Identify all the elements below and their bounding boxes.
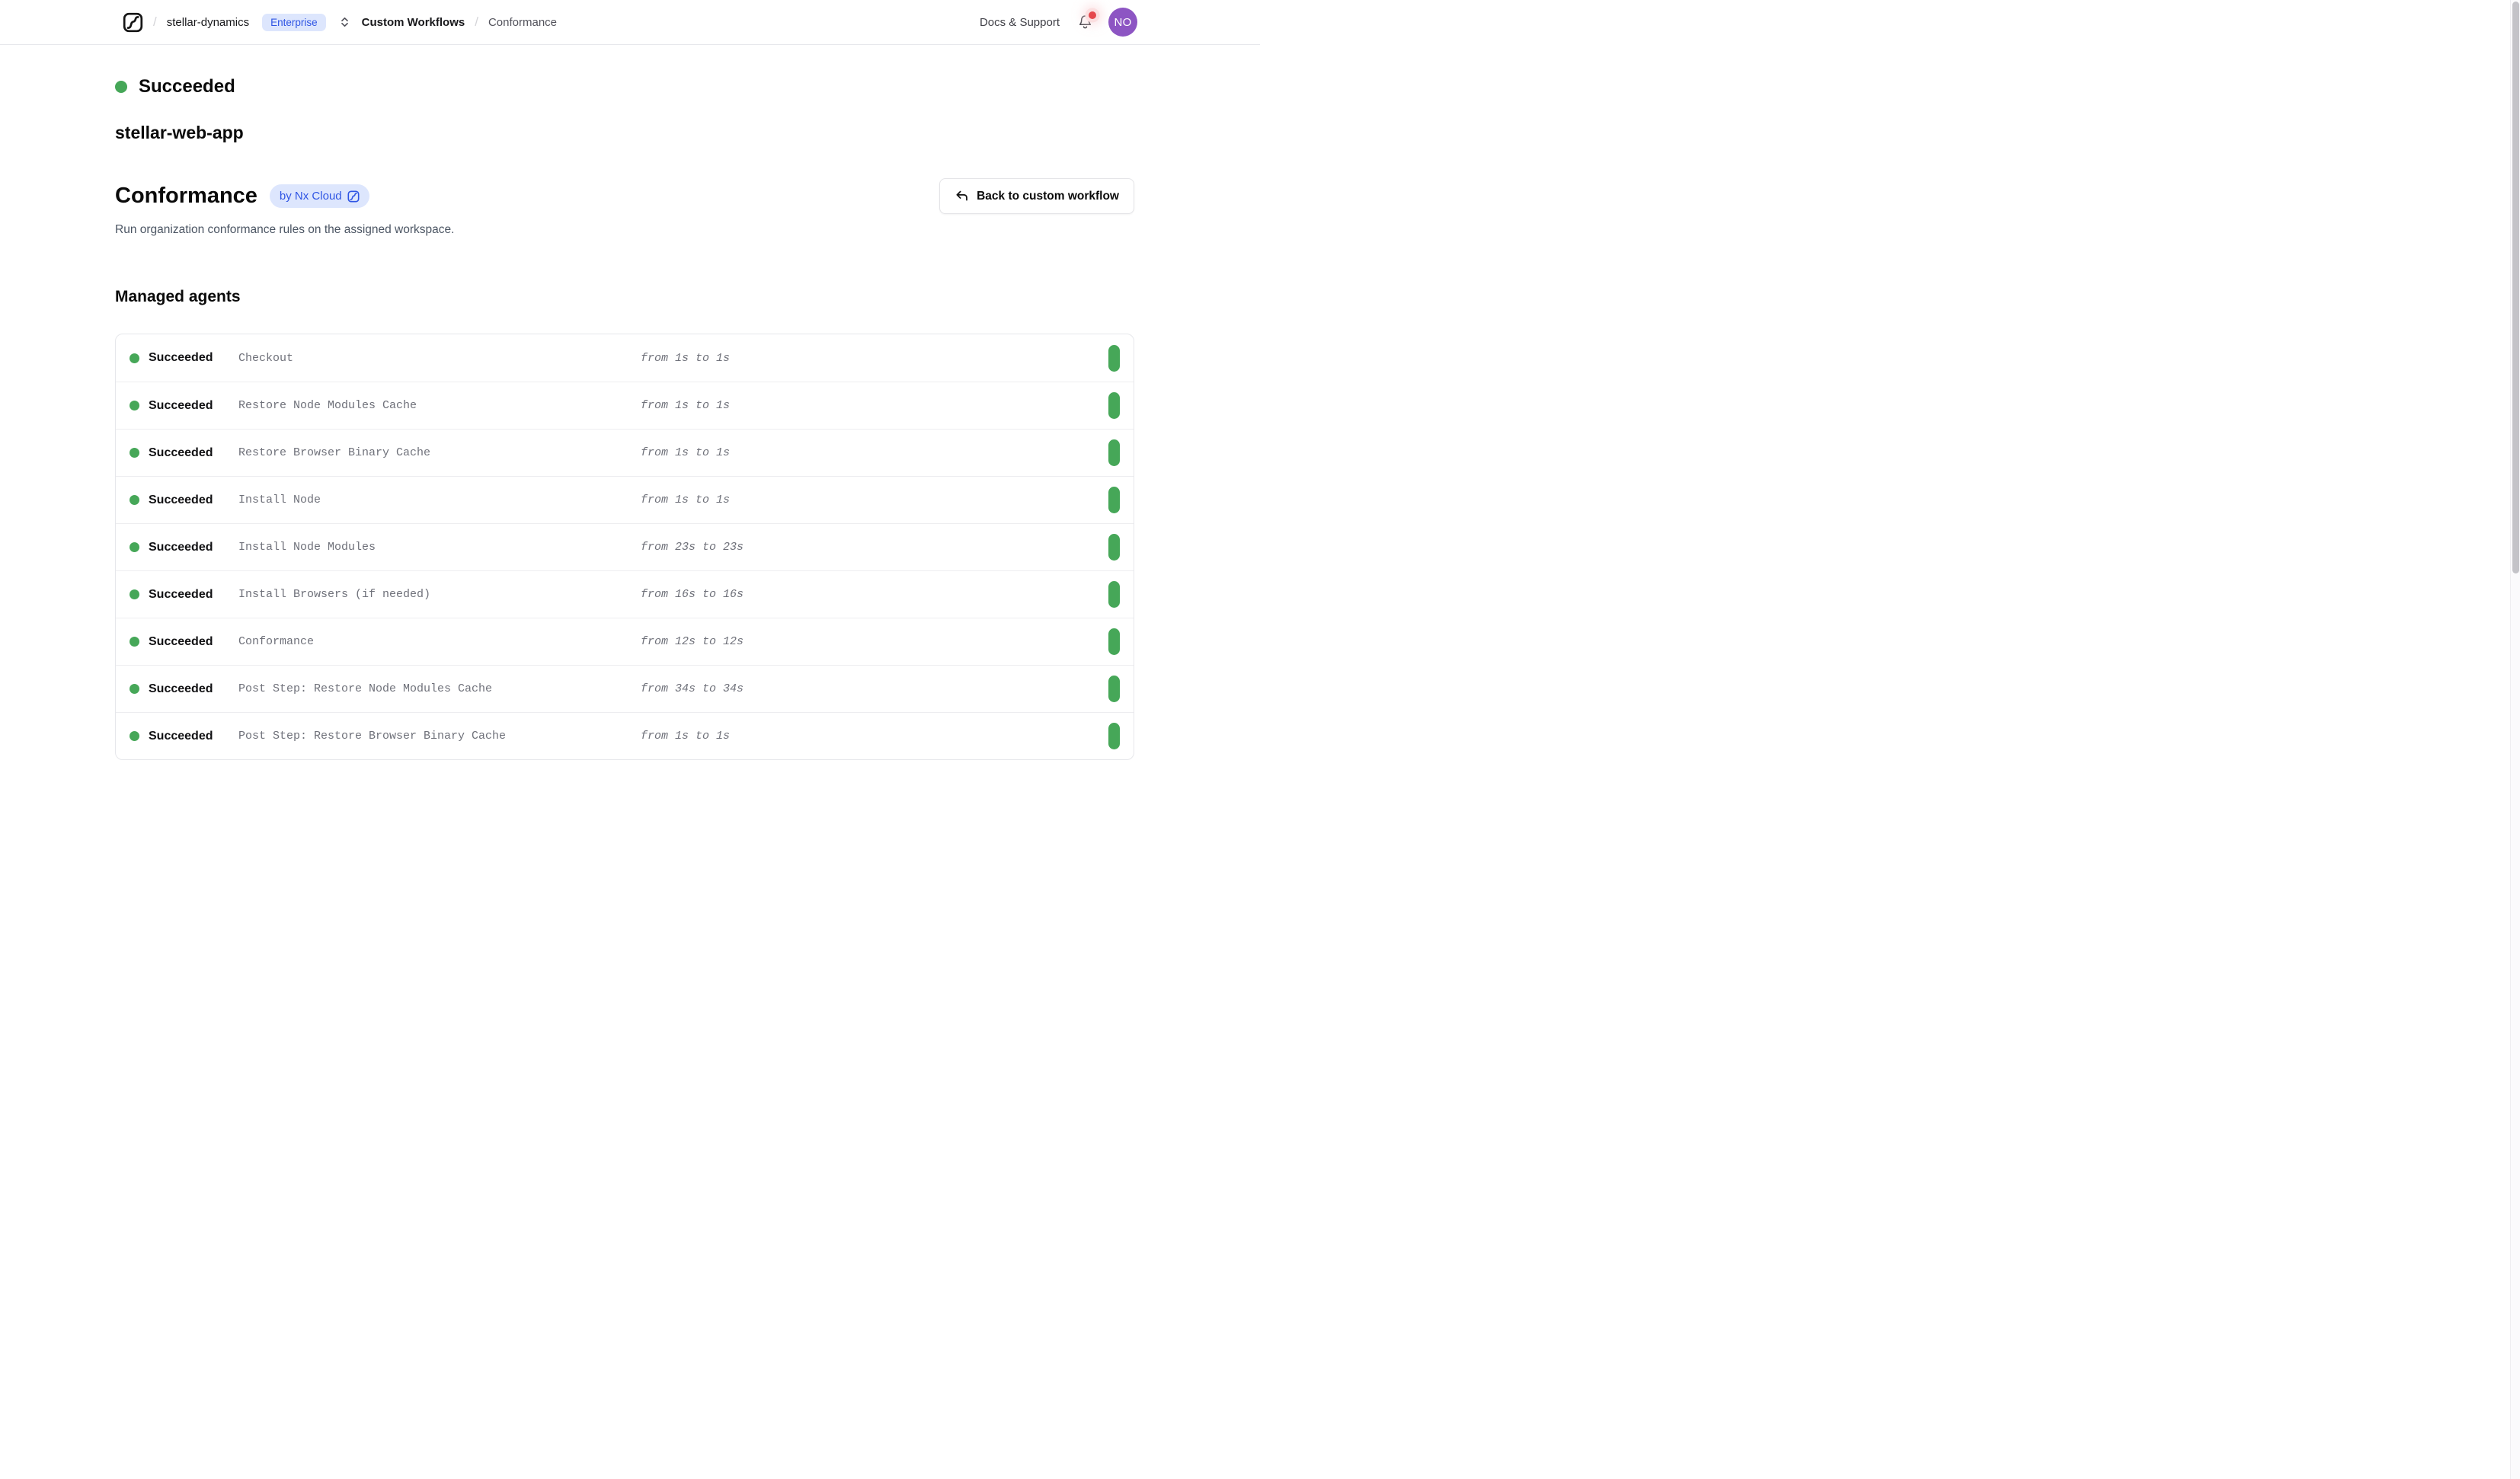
breadcrumb: / stellar-dynamics Enterprise Custom Wor… [123,12,557,33]
row-status: Succeeded [139,541,238,554]
row-time-range: from 16s to 16s [641,588,1108,601]
row-task-name: Checkout [238,352,641,365]
row-task-name: Post Step: Restore Browser Binary Cache [238,730,641,743]
page-content: Succeeded stellar-web-app Conformance by… [0,76,1260,760]
row-task-name: Conformance [238,635,641,648]
row-time-range: from 1s to 1s [641,352,1108,365]
agent-row[interactable]: Succeeded Restore Node Modules Cache fro… [116,382,1134,429]
row-status: Succeeded [139,682,238,696]
notifications-button[interactable] [1078,14,1092,30]
row-time-range: from 1s to 1s [641,494,1108,506]
nx-cloud-icon [347,190,360,203]
return-arrow-icon [955,189,969,203]
success-duration-bar [1108,439,1120,466]
success-duration-bar [1108,487,1120,513]
run-status-label: Succeeded [139,76,235,97]
unread-notification-dot [1089,11,1096,19]
breadcrumb-section[interactable]: Custom Workflows [362,16,465,29]
row-status: Succeeded [139,730,238,743]
row-time-range: from 1s to 1s [641,399,1108,412]
row-time-range: from 1s to 1s [641,446,1108,459]
nx-cloud-provider-badge[interactable]: by Nx Cloud [270,184,369,208]
run-status: Succeeded [115,76,1134,97]
scrollbar-thumb[interactable] [2512,2,2519,573]
success-status-dot [130,448,139,458]
row-time-range: from 1s to 1s [641,730,1108,743]
row-status: Succeeded [139,399,238,413]
workflow-title-group: Conformance by Nx Cloud [115,184,369,209]
provider-badge-label: by Nx Cloud [280,190,342,203]
chevron-up-down-icon[interactable] [337,14,352,30]
row-task-name: Restore Browser Binary Cache [238,446,641,459]
success-status-dot [130,684,139,694]
agent-row[interactable]: Succeeded Install Node Modules from 23s … [116,523,1134,570]
managed-agents-title: Managed agents [115,288,1134,306]
row-task-name: Post Step: Restore Node Modules Cache [238,682,641,695]
agent-row[interactable]: Succeeded Restore Browser Binary Cache f… [116,429,1134,476]
agent-row[interactable]: Succeeded Post Step: Restore Browser Bin… [116,712,1134,759]
success-duration-bar [1108,345,1120,372]
agent-row[interactable]: Succeeded Checkout from 1s to 1s [116,334,1134,382]
header-actions: Docs & Support NO [980,8,1137,37]
plan-badge: Enterprise [262,14,326,31]
user-avatar[interactable]: NO [1108,8,1137,37]
managed-agents-card: Succeeded Checkout from 1s to 1s Succeed… [115,334,1134,760]
agent-row[interactable]: Succeeded Install Browsers (if needed) f… [116,570,1134,618]
breadcrumb-org[interactable]: stellar-dynamics [167,16,249,29]
row-status: Succeeded [139,635,238,649]
row-task-name: Install Node Modules [238,541,641,554]
row-status: Succeeded [139,494,238,507]
success-status-dot [130,589,139,599]
success-duration-bar [1108,723,1120,749]
workflow-title: Conformance [115,184,257,209]
workflow-header: Conformance by Nx Cloud Back to custom w… [115,178,1134,214]
breadcrumb-current-page: Conformance [488,16,557,29]
vertical-scrollbar [2510,0,2520,1479]
row-task-name: Install Browsers (if needed) [238,588,641,601]
row-status: Succeeded [139,446,238,460]
breadcrumb-separator: / [475,14,478,30]
row-time-range: from 34s to 34s [641,682,1108,695]
success-status-dot [130,495,139,505]
success-duration-bar [1108,581,1120,608]
success-status-dot [130,401,139,410]
success-duration-bar [1108,628,1120,655]
row-status: Succeeded [139,588,238,602]
success-duration-bar [1108,534,1120,561]
success-duration-bar [1108,392,1120,419]
back-button-label: Back to custom workflow [977,190,1119,203]
workspace-title: stellar-web-app [115,123,1134,143]
success-status-dot [130,731,139,741]
success-status-dot [130,637,139,647]
breadcrumb-separator: / [153,14,157,30]
row-time-range: from 12s to 12s [641,635,1108,648]
agent-row[interactable]: Succeeded Post Step: Restore Node Module… [116,665,1134,712]
agent-row[interactable]: Succeeded Conformance from 12s to 12s [116,618,1134,665]
row-task-name: Restore Node Modules Cache [238,399,641,412]
top-navbar: / stellar-dynamics Enterprise Custom Wor… [0,0,1260,45]
success-status-dot [130,542,139,552]
row-task-name: Install Node [238,494,641,506]
agent-row[interactable]: Succeeded Install Node from 1s to 1s [116,476,1134,523]
success-status-dot [115,81,127,93]
nx-cloud-logo-icon[interactable] [123,12,143,33]
docs-support-link[interactable]: Docs & Support [980,16,1060,29]
row-status: Succeeded [139,351,238,365]
row-time-range: from 23s to 23s [641,541,1108,554]
success-status-dot [130,353,139,363]
success-duration-bar [1108,676,1120,702]
back-to-custom-workflow-button[interactable]: Back to custom workflow [939,178,1134,214]
workflow-description: Run organization conformance rules on th… [115,223,1134,237]
